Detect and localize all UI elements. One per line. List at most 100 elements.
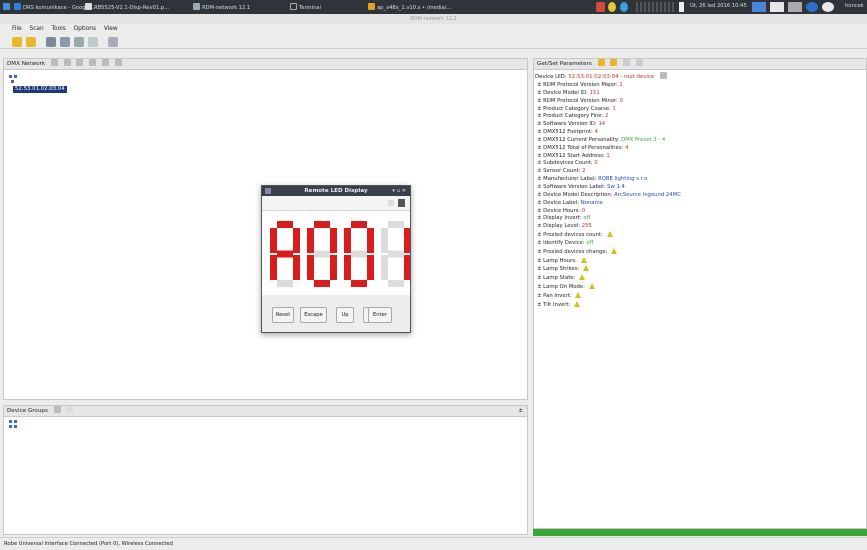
param-row[interactable]: ± Device Label: Noname bbox=[537, 200, 681, 208]
remove-group-icon[interactable] bbox=[66, 406, 74, 413]
user-name[interactable]: honcek bbox=[845, 3, 864, 9]
param-row[interactable]: ± Device Model Description: ArcSource In… bbox=[537, 192, 681, 200]
pin-button[interactable]: ± bbox=[518, 406, 523, 417]
power-icon[interactable] bbox=[822, 2, 834, 12]
param-label: ± Device Model ID: bbox=[537, 89, 588, 96]
param-row[interactable]: ± Device Hours: 0 bbox=[537, 208, 681, 216]
workspace-1[interactable] bbox=[752, 2, 766, 12]
app-menu-icon[interactable] bbox=[3, 3, 12, 11]
taskbar-item-3[interactable]: RDM-network 12.1 bbox=[193, 3, 250, 11]
menu-file[interactable]: File bbox=[12, 24, 22, 35]
load-icon[interactable] bbox=[597, 59, 605, 66]
param-label: ± Lamp State: bbox=[537, 275, 576, 282]
param-value: Noname bbox=[580, 199, 603, 206]
taskbar-item-1[interactable]: DRS komunikace - Google... bbox=[14, 3, 95, 11]
param-row[interactable]: ± RDM Protocol Version Major: 1 bbox=[537, 82, 681, 90]
taskbar-item-5[interactable]: ap_x48x_1.v10.s • /media/... bbox=[368, 3, 451, 11]
workspace-2[interactable] bbox=[770, 2, 784, 12]
param-row[interactable]: ± DMX512 Current Personality: DMX Preset… bbox=[537, 137, 681, 145]
param-row[interactable]: ± Proxied devices count: bbox=[537, 231, 681, 240]
device-groups-list[interactable] bbox=[3, 417, 528, 535]
save-folder-icon[interactable] bbox=[26, 37, 36, 47]
network-icon[interactable] bbox=[46, 37, 56, 47]
sort-icon[interactable] bbox=[76, 59, 84, 66]
tree-item-device[interactable]: 52.53.01.02.03.04 bbox=[13, 86, 67, 93]
param-label: ± RDM Protocol Version Minor: bbox=[537, 97, 618, 104]
menu-tools[interactable]: Tools bbox=[51, 24, 65, 35]
menu-scan[interactable]: Scan bbox=[30, 24, 44, 35]
param-value: Sw 1.4 bbox=[607, 183, 625, 190]
param-row[interactable]: ± Software Version ID: 14 bbox=[537, 121, 681, 129]
param-row[interactable]: ± Device Model ID: 151 bbox=[537, 90, 681, 98]
param-row[interactable]: ± Tilt Invert: bbox=[537, 300, 681, 310]
refresh-icon[interactable] bbox=[74, 37, 84, 47]
export-icon[interactable] bbox=[108, 37, 118, 47]
copy-icon[interactable] bbox=[623, 59, 631, 66]
param-row[interactable]: ± Lamp State: bbox=[537, 274, 681, 283]
device-uid: Device UID: 52:53:01:02:03:04 - root dev… bbox=[535, 72, 667, 80]
image-icon[interactable] bbox=[114, 59, 122, 66]
param-label: ± DMX512 Start Address: bbox=[537, 152, 605, 159]
enter-button[interactable]: Enter bbox=[368, 307, 392, 323]
expand-icon[interactable] bbox=[89, 59, 97, 66]
led-segment bbox=[388, 250, 404, 258]
param-row[interactable]: ± RDM Protocol Version Minor: 0 bbox=[537, 98, 681, 106]
param-row[interactable]: ± DMX512 Start Address: 1 bbox=[537, 153, 681, 161]
tray-icon-3[interactable] bbox=[620, 2, 628, 12]
param-row[interactable]: ± Manufacturer Label: ROBE lighting s.r.… bbox=[537, 176, 681, 184]
taskbar-item-4[interactable]: Terminal bbox=[290, 3, 321, 11]
tree-icon[interactable] bbox=[63, 59, 71, 66]
dmx-network-header: DMX Network bbox=[3, 58, 528, 70]
param-row[interactable]: ± Pan Invert: bbox=[537, 291, 681, 301]
reset-button[interactable]: Reset bbox=[272, 307, 294, 323]
refresh-uid-icon[interactable] bbox=[659, 72, 667, 79]
workspace-3[interactable] bbox=[788, 2, 802, 12]
clock[interactable]: Út, 26 led 2016 10:45 bbox=[690, 3, 747, 9]
led-segment bbox=[404, 228, 411, 253]
led-segment bbox=[330, 228, 337, 253]
collapse-icon[interactable] bbox=[102, 59, 110, 66]
warning-icon bbox=[611, 247, 618, 254]
param-value: ROBE lighting s.r.o. bbox=[598, 176, 649, 183]
connect-icon[interactable] bbox=[388, 200, 394, 206]
param-value: off bbox=[586, 239, 594, 246]
scan-icon[interactable] bbox=[60, 37, 70, 47]
escape-button[interactable]: Escape bbox=[300, 307, 327, 323]
exit-icon[interactable] bbox=[398, 199, 405, 207]
param-row[interactable]: ± Display Level: 255 bbox=[537, 223, 681, 231]
add-group-icon[interactable] bbox=[53, 406, 61, 413]
param-row[interactable]: ± Lamp On Mode: bbox=[537, 283, 681, 292]
info-icon[interactable] bbox=[635, 59, 643, 66]
tray-icon-2[interactable] bbox=[608, 2, 616, 12]
dialog-titlebar[interactable]: Remote LED Display ▾ ▫ ✕ bbox=[262, 186, 410, 196]
param-row[interactable]: ± Software Version Label: Sw 1.4 bbox=[537, 184, 681, 192]
param-row[interactable]: ± Lamp Hours: bbox=[537, 256, 681, 266]
menu-options[interactable]: Options bbox=[74, 24, 96, 35]
param-value: 255 bbox=[581, 223, 592, 230]
up-button[interactable]: Up bbox=[336, 307, 354, 323]
toolbar bbox=[0, 35, 867, 49]
tray-icon-5[interactable] bbox=[806, 2, 818, 12]
param-row[interactable]: ± Sensor Count: 2 bbox=[537, 168, 681, 176]
param-label: ± DMX512 Total of Personalities: bbox=[537, 144, 624, 151]
menu-view[interactable]: View bbox=[104, 24, 118, 35]
param-row[interactable]: ± Identify Device: off bbox=[537, 240, 681, 248]
param-row[interactable]: ± Lamp Strikes: bbox=[537, 265, 681, 274]
taskbar-item-2[interactable]: RB5525-V2.1-Disp-Rev01.p... bbox=[85, 3, 169, 11]
param-row[interactable]: ± DMX512 Total of Personalities: 4 bbox=[537, 145, 681, 153]
open-folder-icon[interactable] bbox=[12, 37, 22, 47]
param-value: off bbox=[583, 215, 591, 222]
param-row[interactable]: ± Proxied devices change: bbox=[537, 247, 681, 257]
param-row[interactable]: ± DMX512 Footprint: 4 bbox=[537, 129, 681, 137]
param-row[interactable]: ± Product Category Coarse: 1 bbox=[537, 106, 681, 114]
search-icon[interactable] bbox=[50, 59, 58, 66]
filter-icon[interactable] bbox=[88, 37, 98, 47]
dialog-window-controls[interactable]: ▾ ▫ ✕ bbox=[392, 186, 406, 196]
param-row[interactable]: ± Subdevices Count: 0 bbox=[537, 160, 681, 168]
param-row[interactable]: ± Product Category Fine: 2 bbox=[537, 113, 681, 121]
param-row[interactable]: ± Display Invert: off bbox=[537, 215, 681, 223]
tray-icon-1[interactable] bbox=[596, 2, 605, 12]
param-rows: ± RDM Protocol Version Major: 1 ± Device … bbox=[537, 82, 681, 310]
save-icon[interactable] bbox=[610, 59, 618, 66]
param-label: ± Display Invert: bbox=[537, 215, 582, 222]
